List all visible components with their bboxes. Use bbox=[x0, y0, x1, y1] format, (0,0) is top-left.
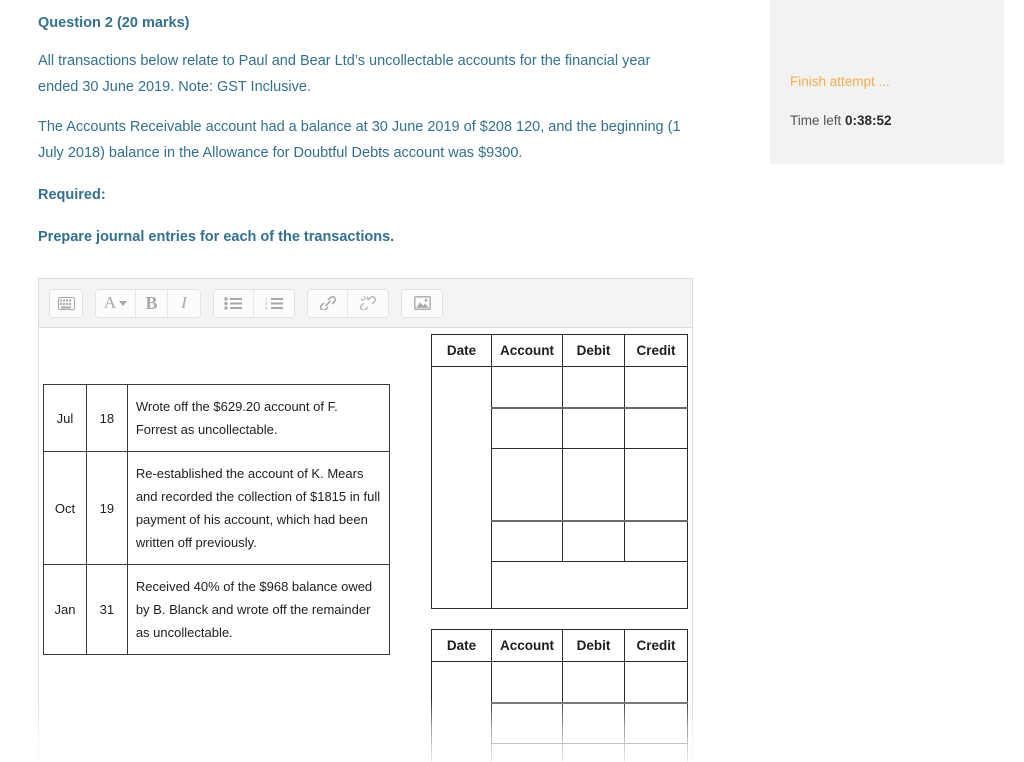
table-row: Date Account Debit Credit bbox=[431, 334, 688, 367]
journal-account-cell[interactable] bbox=[491, 701, 563, 744]
transaction-month: Jan bbox=[43, 564, 87, 655]
journal-account-cell[interactable] bbox=[491, 743, 563, 762]
journal-header-1: Date Account Debit Credit bbox=[431, 334, 688, 367]
journal-credit-cell[interactable] bbox=[624, 701, 688, 744]
journal-account-cell[interactable] bbox=[491, 661, 563, 703]
journal-table-1[interactable]: Date Account Debit Credit bbox=[431, 334, 688, 609]
journal-debit-cell[interactable] bbox=[562, 743, 625, 762]
transactions-body: Jul 18 Wrote off the $629.20 account of … bbox=[43, 384, 391, 655]
journal-table-2[interactable]: Date Account Debit Credit bbox=[431, 629, 688, 762]
journal-header-date: Date bbox=[431, 629, 492, 662]
table-row bbox=[431, 366, 688, 609]
toolbar-group-link bbox=[307, 288, 389, 318]
journal-account-cell[interactable] bbox=[491, 519, 563, 562]
journal-credit-cell[interactable] bbox=[624, 743, 688, 762]
link-icon[interactable] bbox=[308, 289, 348, 317]
transactions-table: Jul 18 Wrote off the $629.20 account of … bbox=[43, 384, 391, 655]
numbered-list-icon[interactable]: 1 2 3 bbox=[254, 289, 294, 317]
unlink-icon[interactable] bbox=[348, 289, 388, 317]
question-heading: Question 2 (20 marks) bbox=[38, 15, 190, 31]
font-style-icon[interactable]: A bbox=[96, 289, 136, 317]
journal-credit-cell[interactable] bbox=[624, 661, 688, 703]
svg-text:3: 3 bbox=[265, 305, 268, 309]
bold-icon[interactable]: B bbox=[136, 289, 168, 317]
journal-credit-cell[interactable] bbox=[624, 406, 688, 449]
journal-header-account: Account bbox=[491, 334, 563, 367]
journal-credit-cell[interactable] bbox=[624, 448, 688, 521]
answer-editor[interactable]: A B I 1 2 3 Jul 18 Wrote off the $629.20… bbox=[38, 278, 693, 762]
transaction-description: Received 40% of the $968 balance owed by… bbox=[126, 564, 391, 655]
required-text: Prepare journal entries for each of the … bbox=[38, 228, 395, 245]
journal-debit-cell[interactable] bbox=[562, 661, 625, 703]
finish-attempt-link[interactable]: Finish attempt ... bbox=[790, 74, 890, 89]
time-left-label: Time left bbox=[790, 113, 842, 128]
journal-header-account: Account bbox=[491, 629, 563, 662]
journal-debit-cell[interactable] bbox=[562, 519, 625, 562]
transaction-description: Re-established the account of K. Mears a… bbox=[126, 451, 391, 565]
chevron-down-icon bbox=[119, 300, 128, 306]
journal-date-cell[interactable] bbox=[431, 661, 492, 762]
question-paragraph-2: The Accounts Receivable account had a ba… bbox=[38, 118, 681, 161]
transaction-month: Oct bbox=[43, 451, 87, 565]
journal-header-debit: Debit bbox=[562, 629, 625, 662]
journal-header-2: Date Account Debit Credit bbox=[431, 629, 688, 662]
question-content: Question 2 (20 marks) All transactions b… bbox=[38, 0, 698, 250]
editor-toolbar: A B I 1 2 3 bbox=[39, 279, 692, 328]
table-row: Jan 31 Received 40% of the $968 balance … bbox=[43, 564, 391, 655]
table-row: Date Account Debit Credit bbox=[431, 629, 688, 662]
table-row: Jul 18 Wrote off the $629.20 account of … bbox=[43, 384, 391, 452]
journal-debit-cell[interactable] bbox=[562, 406, 625, 449]
journal-debit-cell[interactable] bbox=[562, 701, 625, 744]
transaction-description: Wrote off the $629.20 account of F. Forr… bbox=[126, 384, 391, 452]
journal-date-cell[interactable] bbox=[431, 366, 492, 609]
journal-header-credit: Credit bbox=[624, 334, 688, 367]
quiz-attempt-page: Question 2 (20 marks) All transactions b… bbox=[0, 0, 1024, 762]
journal-header-credit: Credit bbox=[624, 629, 688, 662]
journal-header-debit: Debit bbox=[562, 334, 625, 367]
journal-credit-cell[interactable] bbox=[624, 519, 688, 562]
journal-credit-cell[interactable] bbox=[624, 366, 688, 408]
bulleted-list-icon[interactable] bbox=[214, 289, 254, 317]
journal-note-cell[interactable] bbox=[491, 561, 688, 609]
transaction-day: 31 bbox=[85, 564, 128, 655]
journal-body-1 bbox=[431, 366, 688, 609]
question-paragraph-1: All transactions below relate to Paul an… bbox=[38, 52, 651, 95]
journal-body-2 bbox=[431, 661, 688, 762]
toolbar-group-format: A B I bbox=[95, 288, 201, 318]
journal-account-cell[interactable] bbox=[491, 366, 563, 408]
italic-icon[interactable]: I bbox=[168, 289, 200, 317]
toolbar-group-keyboard bbox=[49, 288, 83, 318]
journal-debit-cell[interactable] bbox=[562, 448, 625, 521]
required-label: Required: bbox=[38, 186, 106, 203]
transaction-month: Jul bbox=[43, 384, 87, 452]
transaction-day: 19 bbox=[85, 451, 128, 565]
image-icon[interactable] bbox=[402, 289, 442, 317]
journal-header-date: Date bbox=[431, 334, 492, 367]
time-left-value: 0:38:52 bbox=[845, 113, 892, 128]
table-row: Oct 19 Re-established the account of K. … bbox=[43, 451, 391, 565]
journal-debit-cell[interactable] bbox=[562, 366, 625, 408]
table-row bbox=[431, 661, 688, 762]
transaction-day: 18 bbox=[85, 384, 128, 452]
journal-account-cell[interactable] bbox=[491, 406, 563, 449]
journal-account-cell[interactable] bbox=[491, 448, 563, 521]
time-left: Time left 0:38:52 bbox=[790, 113, 892, 128]
toolbar-group-image bbox=[401, 288, 443, 318]
keyboard-icon[interactable] bbox=[50, 289, 82, 317]
toolbar-group-lists: 1 2 3 bbox=[213, 288, 295, 318]
editor-content-area[interactable]: Jul 18 Wrote off the $629.20 account of … bbox=[39, 328, 692, 762]
